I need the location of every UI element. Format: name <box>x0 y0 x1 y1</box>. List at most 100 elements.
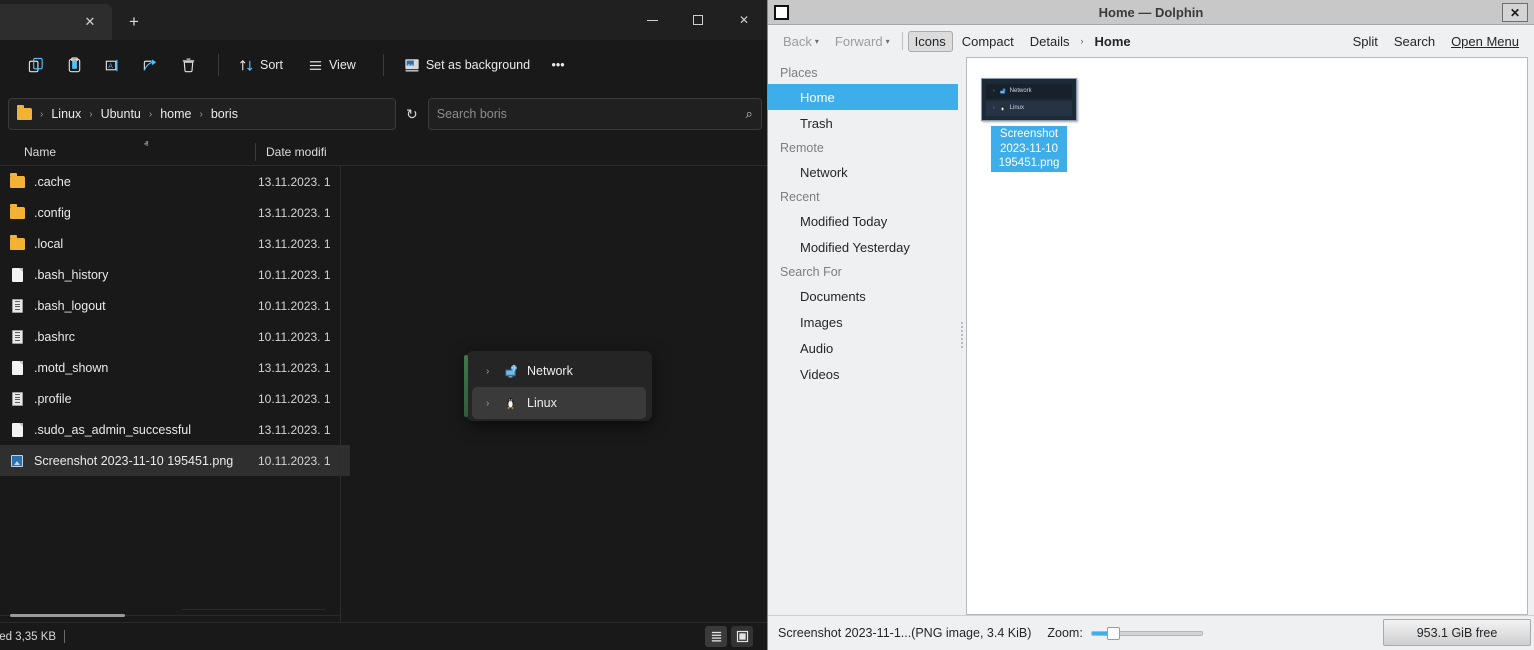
view-mode-compact-button[interactable]: Compact <box>955 31 1021 52</box>
search-icon: ⌕ <box>745 106 752 122</box>
zoom-slider[interactable] <box>1091 624 1203 642</box>
rename-button[interactable]: A <box>94 48 130 82</box>
context-menu-item-network[interactable]: › Network <box>472 355 646 387</box>
file-date-modified: 10.11.2023. 1 <box>258 268 350 282</box>
maximize-button[interactable] <box>675 0 721 40</box>
breadcrumb-item-boris[interactable]: boris <box>206 105 243 123</box>
open-menu-label: Open Menu <box>1451 34 1519 49</box>
scrollbar-thumb[interactable] <box>10 614 125 617</box>
file-date-modified: 10.11.2023. 1 <box>258 299 350 313</box>
copy-icon <box>28 57 45 74</box>
details-view-toggle[interactable] <box>705 626 727 647</box>
chevron-down-icon: ▾ <box>815 37 819 46</box>
copy-button[interactable] <box>18 48 54 82</box>
breadcrumb-item-ubuntu[interactable]: Ubuntu <box>96 105 146 123</box>
toolbar-divider <box>902 32 903 50</box>
breadcrumb-separator: › <box>1078 36 1085 46</box>
dolphin-close-button[interactable]: ✕ <box>1502 3 1528 22</box>
image-file-icon <box>11 455 23 467</box>
large-icons-view-icon <box>736 630 749 643</box>
split-button[interactable]: Split <box>1346 31 1385 52</box>
view-button[interactable]: View ⱟ <box>300 48 371 82</box>
folder-icon <box>10 238 25 250</box>
places-group-search-for: Search For <box>768 260 958 283</box>
column-header-name[interactable]: Name ⱏ <box>0 145 255 159</box>
search-input[interactable] <box>437 107 746 121</box>
file-date-modified: 13.11.2023. 1 <box>258 361 350 375</box>
file-type-icon <box>0 392 34 406</box>
table-row[interactable]: .bash_history 10.11.2023. 1 <box>0 259 350 290</box>
paste-icon <box>66 57 83 74</box>
table-row[interactable]: .sudo_as_admin_successful 13.11.2023. 1 <box>0 414 350 445</box>
paste-button[interactable] <box>56 48 92 82</box>
file-date-modified: 13.11.2023. 1 <box>258 423 350 437</box>
linux-penguin-icon <box>999 105 1006 112</box>
search-button[interactable]: Search <box>1387 31 1442 52</box>
column-header-date-modified[interactable]: Date modifi <box>255 143 345 161</box>
open-menu-button[interactable]: Open Menu <box>1444 31 1526 52</box>
dolphin-file-view[interactable]: › Network › Linux Screenshot 2023-11-10 … <box>966 57 1528 615</box>
places-item-modified-today[interactable]: Modified Today <box>768 208 958 234</box>
search-box[interactable]: ⌕ <box>428 98 762 130</box>
view-mode-icons-button[interactable]: Icons <box>908 31 953 52</box>
breadcrumb-home[interactable]: Home <box>1087 31 1137 52</box>
places-item-audio[interactable]: Audio <box>768 335 958 361</box>
explorer-tab[interactable]: ✕ <box>0 4 112 40</box>
horizontal-scrollbar[interactable] <box>0 610 340 622</box>
minimize-button[interactable] <box>629 0 675 40</box>
places-item-network[interactable]: Network <box>768 159 958 185</box>
table-row[interactable]: .profile 10.11.2023. 1 <box>0 383 350 414</box>
table-row[interactable]: .local 13.11.2023. 1 <box>0 228 350 259</box>
table-row[interactable]: .bash_logout 10.11.2023. 1 <box>0 290 350 321</box>
delete-button[interactable] <box>170 48 206 82</box>
places-item-documents[interactable]: Documents <box>768 283 958 309</box>
dolphin-status-bar: Screenshot 2023-11-1...(PNG image, 3.4 K… <box>768 615 1534 650</box>
file-date-modified: 10.11.2023. 1 <box>258 454 350 468</box>
breadcrumb: › Linux › Ubuntu › home › boris <box>39 105 367 123</box>
dolphin-toolbar: Back ▾ Forward ▾ Icons Compact Details ›… <box>768 25 1534 57</box>
pane-divider <box>340 166 341 640</box>
chevron-down-icon: ▾ <box>886 37 890 46</box>
places-item-trash[interactable]: Trash <box>768 110 958 136</box>
view-mode-details-button[interactable]: Details <box>1023 31 1077 52</box>
breadcrumb-item-linux[interactable]: Linux <box>46 105 86 123</box>
view-toggle-group <box>705 626 753 647</box>
places-item-videos[interactable]: Videos <box>768 361 958 387</box>
places-item-home[interactable]: Home <box>768 84 958 110</box>
address-box[interactable]: › Linux › Ubuntu › home › boris ⱟ <box>8 98 396 130</box>
file-icon-item[interactable]: › Network › Linux Screenshot 2023-11-10 … <box>977 78 1081 172</box>
tab-close-icon[interactable]: ✕ <box>78 10 102 34</box>
file-explorer-window: ✕ + ✕ A Sort ⱟ View ⱟ Set as background … <box>0 0 767 650</box>
new-tab-button[interactable]: + <box>120 8 148 36</box>
sort-button[interactable]: Sort ⱟ <box>231 48 298 82</box>
table-row[interactable]: .config 13.11.2023. 1 <box>0 197 350 228</box>
address-dropdown-icon[interactable]: ⱟ <box>367 109 389 120</box>
refresh-button[interactable]: ↻ <box>406 101 418 127</box>
share-button[interactable] <box>132 48 168 82</box>
table-row[interactable]: .bashrc 10.11.2023. 1 <box>0 321 350 352</box>
close-button[interactable]: ✕ <box>721 0 767 40</box>
zoom-slider-handle[interactable] <box>1107 627 1120 640</box>
folder-icon <box>10 207 25 219</box>
places-item-images[interactable]: Images <box>768 309 958 335</box>
file-date-modified: 10.11.2023. 1 <box>258 392 350 406</box>
places-item-modified-yesterday[interactable]: Modified Yesterday <box>768 234 958 260</box>
more-options-button[interactable]: ••• <box>540 48 576 82</box>
table-row[interactable]: .cache 13.11.2023. 1 <box>0 166 350 197</box>
dolphin-title-bar: Home — Dolphin ✕ <box>768 0 1534 25</box>
set-as-background-button[interactable]: Set as background <box>396 48 538 82</box>
table-row[interactable]: .motd_shown 13.11.2023. 1 <box>0 352 350 383</box>
folder-icon <box>10 176 25 188</box>
file-name: Screenshot 2023-11-10 195451.png <box>34 454 258 468</box>
forward-button[interactable]: Forward ▾ <box>828 31 897 52</box>
table-row[interactable]: Screenshot 2023-11-10 195451.png 10.11.20… <box>0 445 350 476</box>
large-icons-view-toggle[interactable] <box>731 626 753 647</box>
panel-splitter[interactable] <box>958 57 966 615</box>
chevron-right-icon: › <box>993 105 995 111</box>
back-button[interactable]: Back ▾ <box>776 31 826 52</box>
free-space-indicator[interactable]: 953.1 GiB free <box>1383 619 1531 646</box>
context-menu-item-linux[interactable]: › Linux <box>472 387 646 419</box>
thumbnail-row-label: Network <box>1010 88 1032 94</box>
breadcrumb-item-home[interactable]: home <box>155 105 196 123</box>
context-menu-item-label: Linux <box>527 396 557 410</box>
